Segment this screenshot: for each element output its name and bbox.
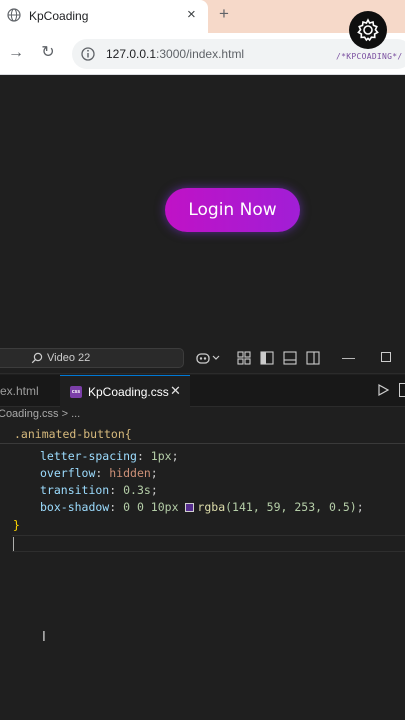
maximize-icon[interactable]: [381, 352, 391, 362]
url-text[interactable]: 127.0.0.1:3000/index.html: [106, 47, 244, 61]
customize-layout-icon[interactable]: [236, 350, 252, 366]
css-value: 0.3s: [123, 483, 151, 497]
split-editor-icon[interactable]: [399, 383, 405, 397]
reload-icon[interactable]: ↻: [39, 44, 57, 62]
color-swatch[interactable]: [185, 503, 195, 512]
code-line: transition: 0.3s;: [40, 483, 158, 497]
close-icon[interactable]: ✕: [170, 383, 181, 399]
minimize-icon[interactable]: —: [342, 350, 355, 365]
code-line: box-shadow: 0 0 10px rgba(141, 59, 253, …: [40, 500, 364, 514]
css-property: transition: [40, 483, 110, 497]
toggle-secondary-sidebar-icon[interactable]: [305, 350, 321, 366]
sticky-scroll[interactable]: .animated-button{: [0, 426, 405, 444]
search-icon: [31, 352, 43, 364]
url-path: :3000/index.html: [156, 47, 245, 61]
chevron-down-icon[interactable]: [211, 350, 221, 366]
browser-tabstrip: KpCoading × +: [0, 0, 405, 33]
code-editor[interactable]: .animated-button{ letter-spacing: 1px; o…: [0, 426, 405, 720]
command-center[interactable]: Video 22: [0, 348, 184, 368]
watermark: /*KPCOADING*/: [336, 52, 403, 61]
gear-icon: [357, 18, 379, 42]
tab-kpcoading-css[interactable]: css KpCoading.css ✕: [60, 375, 190, 407]
page-viewport: Login Now: [0, 76, 405, 342]
close-tab-icon[interactable]: ×: [187, 6, 196, 23]
closing-brace: }: [13, 518, 20, 532]
run-icon[interactable]: [376, 383, 390, 397]
vscode-window: Video 22 — ex.html css KpCoading.css ✕ C…: [0, 342, 405, 720]
vscode-titlebar: Video 22 —: [0, 342, 405, 374]
css-property: letter-spacing: [40, 449, 137, 463]
browser-tab-kpcoading[interactable]: KpCoading ×: [0, 0, 208, 33]
login-now-button[interactable]: Login Now: [165, 188, 300, 232]
screen: KpCoading × + → ↻ 127.0.0.1:3000/index.h…: [0, 0, 405, 720]
current-line-highlight: [12, 535, 405, 552]
toggle-primary-sidebar-icon[interactable]: [259, 350, 275, 366]
tab-title: KpCoading: [29, 9, 89, 23]
css-property: overflow: [40, 466, 96, 480]
forward-arrow-icon[interactable]: →: [7, 44, 25, 62]
editor-tabbar: ex.html css KpCoading.css ✕: [0, 375, 405, 407]
site-info-icon[interactable]: [81, 47, 95, 61]
sticky-selector: .animated-button{: [14, 427, 132, 441]
css-value: 0 0 10px: [123, 500, 186, 514]
css-value: 1px: [150, 449, 172, 463]
code-line: overflow: hidden;: [40, 466, 158, 480]
css-function: rgba: [197, 500, 226, 514]
breadcrumb[interactable]: Coading.css > ...: [0, 408, 80, 420]
globe-icon: [7, 8, 21, 22]
tab-label: KpCoading.css: [88, 385, 169, 399]
code-line: letter-spacing: 1px;: [40, 449, 179, 463]
mouse-ibeam-cursor: I: [42, 630, 46, 645]
tab-index-html[interactable]: ex.html: [0, 375, 60, 407]
url-host: 127.0.0.1: [106, 47, 157, 61]
new-tab-button[interactable]: +: [219, 4, 229, 24]
tab-label: ex.html: [0, 384, 39, 398]
settings-gear-icon[interactable]: [349, 11, 387, 49]
text-cursor: [13, 537, 14, 551]
css-property: box-shadow: [40, 500, 110, 514]
toggle-panel-icon[interactable]: [282, 350, 298, 366]
css-value: hidden: [109, 466, 151, 480]
command-center-label: Video 22: [47, 352, 91, 364]
css-file-icon: css: [70, 386, 82, 398]
css-args: (141, 59, 253, 0.5): [225, 500, 357, 514]
copilot-icon[interactable]: [195, 350, 211, 366]
